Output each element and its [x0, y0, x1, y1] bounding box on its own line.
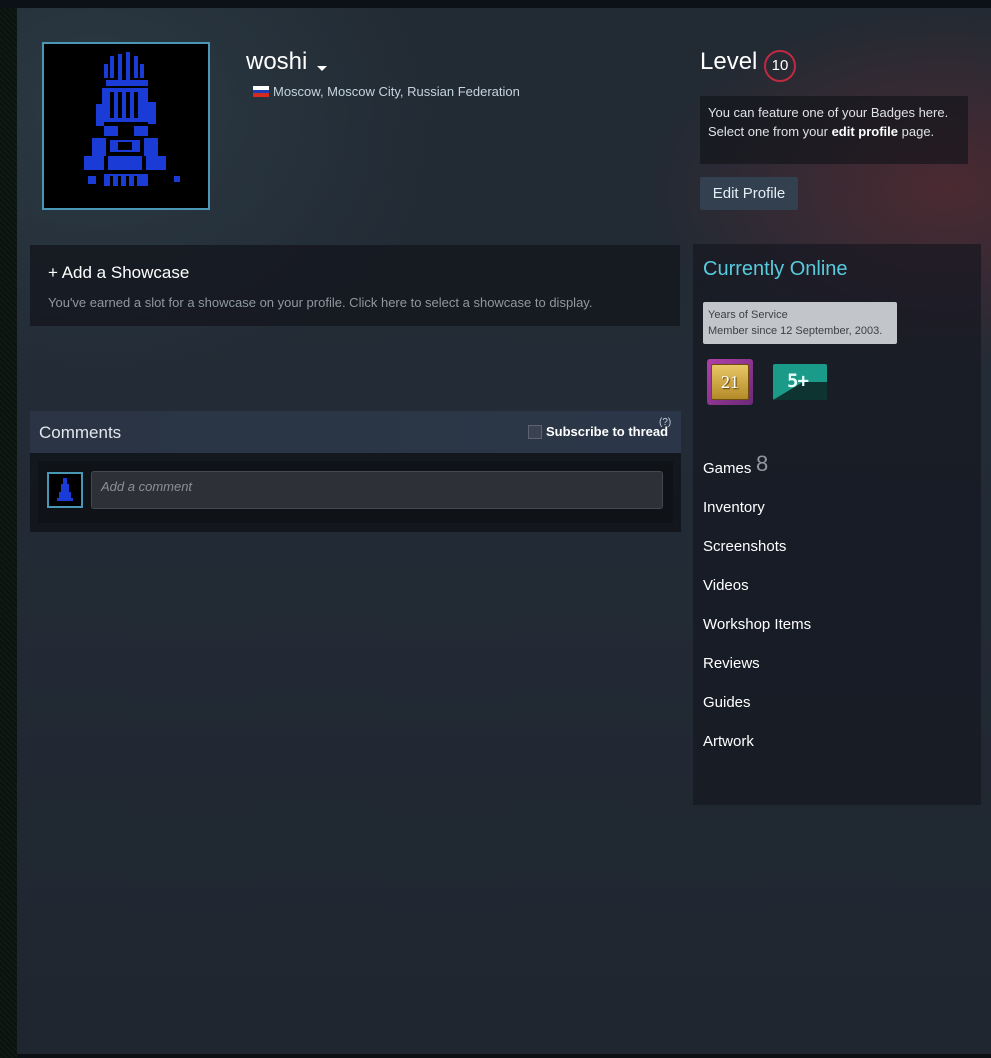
add-showcase-description: You've earned a slot for a showcase on y…: [48, 295, 593, 310]
years-of-service-badge[interactable]: 21: [707, 359, 753, 405]
badge-note-line2: Select one from your edit profile page.: [708, 122, 960, 141]
add-showcase-panel[interactable]: + Add a Showcase You've earned a slot fo…: [30, 245, 680, 326]
profile-sidebar: Currently Online Years of Service Member…: [693, 244, 981, 805]
persona-name: woshi: [246, 48, 308, 75]
top-bar: [0, 0, 991, 8]
skull-avatar-icon: [49, 474, 81, 506]
level-badge: 10: [764, 50, 796, 82]
subscribe-label: Subscribe to thread: [546, 424, 669, 439]
guides-link[interactable]: Guides: [703, 694, 751, 711]
left-background-strip: [0, 0, 17, 1058]
badge-note-text: Select one from your: [708, 124, 832, 139]
location-text: Moscow, Moscow City, Russian Federation: [273, 84, 520, 99]
online-status: Currently Online: [703, 258, 848, 280]
add-showcase-title: + Add a Showcase: [48, 263, 190, 282]
subscribe-checkbox[interactable]: [528, 424, 542, 439]
subscribe-to-thread[interactable]: Subscribe to thread: [528, 424, 668, 439]
games-owned-badge[interactable]: 5+: [773, 364, 827, 400]
edit-profile-button[interactable]: Edit Profile: [700, 177, 798, 210]
years-badge-value: 21: [711, 364, 749, 400]
years-of-service-tooltip: Years of Service Member since 12 Septemb…: [703, 302, 897, 344]
comments-title: Comments: [39, 423, 122, 442]
edit-profile-link[interactable]: edit profile: [832, 124, 898, 139]
level-label: Level: [700, 48, 758, 75]
profile-avatar[interactable]: [42, 42, 210, 210]
tooltip-title: Years of Service: [708, 309, 788, 321]
videos-link[interactable]: Videos: [703, 577, 749, 594]
tooltip-text: Member since 12 September, 2003.: [708, 325, 883, 337]
skull-avatar-icon: [44, 44, 208, 208]
bottom-bar: [17, 1054, 991, 1058]
artwork-link[interactable]: Artwork: [703, 733, 754, 750]
games-count[interactable]: 8: [756, 451, 768, 477]
profile-location: Moscow, Moscow City, Russian Federation: [253, 84, 520, 99]
comments-header: Comments Subscribe to thread (?): [30, 411, 681, 453]
workshop-items-link[interactable]: Workshop Items: [703, 616, 811, 633]
reviews-link[interactable]: Reviews: [703, 655, 760, 672]
commenter-avatar: [47, 472, 83, 508]
featured-badge-note: You can feature one of your Badges here.…: [700, 96, 968, 164]
chevron-down-icon[interactable]: [317, 66, 327, 71]
russia-flag-icon: [253, 86, 269, 97]
games-link[interactable]: Games: [703, 460, 751, 477]
badge-note-line1: You can feature one of your Badges here.: [708, 105, 949, 120]
help-link[interactable]: (?): [659, 417, 671, 428]
games-badge-value: 5+: [787, 370, 809, 392]
comment-input[interactable]: Add a comment: [91, 471, 663, 509]
comments-body: Add a comment: [30, 453, 681, 532]
inventory-link[interactable]: Inventory: [703, 499, 765, 516]
badge-note-text-end: page.: [898, 124, 935, 139]
screenshots-link[interactable]: Screenshots: [703, 538, 786, 555]
